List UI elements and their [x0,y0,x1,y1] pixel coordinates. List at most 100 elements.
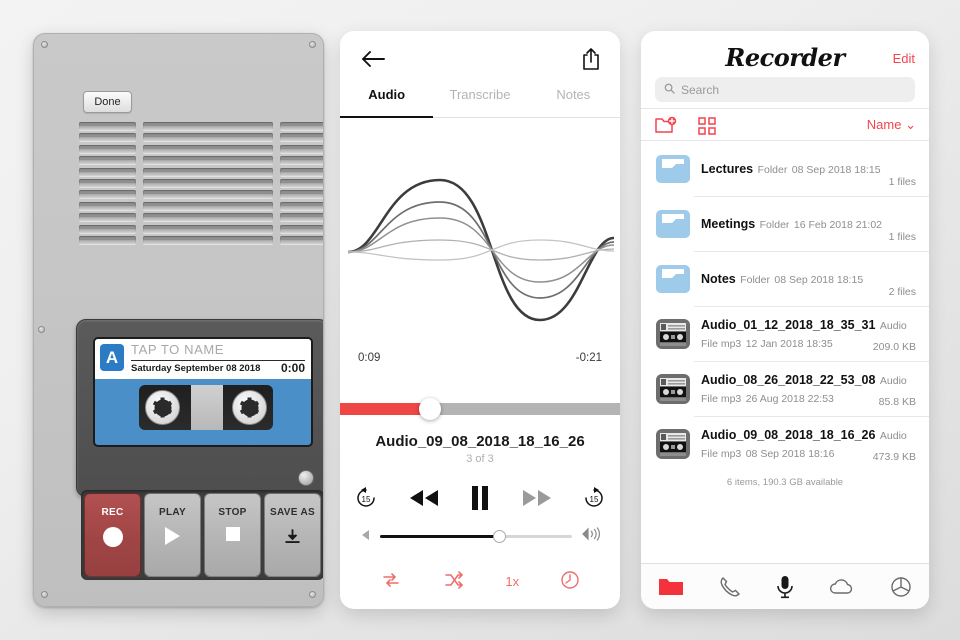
files-tab-icon[interactable] [658,576,684,598]
grille-row [79,133,323,142]
grille-slot [143,122,273,130]
search-placeholder: Search [681,82,720,97]
back-arrow-icon[interactable] [360,49,386,74]
tab-notes[interactable]: Notes [527,86,620,117]
list-item[interactable]: Lectures Folder 08 Sep 2018 18:15 1 file… [641,141,929,196]
grille-slot [280,235,323,244]
list-item-text: Lectures Folder 08 Sep 2018 18:15 [701,160,916,178]
folder-icon [654,150,692,188]
timer-icon[interactable] [560,570,580,593]
save-as-button-label: SAVE AS [270,507,315,518]
next-track-icon[interactable] [520,488,554,508]
grille-row [79,235,323,244]
file-name: Notes [701,271,736,286]
file-date: 26 Aug 2018 22:53 [745,392,834,405]
elapsed-time-label: 0:09 [358,352,381,364]
grille-slot [280,133,323,142]
stop-square-icon [225,527,240,541]
cloud-tab-icon[interactable] [829,578,855,596]
grille-slot [79,122,136,130]
cassette-date-label: Saturday September 08 2018 [131,363,261,374]
tape-window [139,385,273,430]
file-type: Folder [759,218,790,231]
sort-by-control[interactable]: Name ⌄ [867,117,916,133]
stop-button[interactable]: STOP [204,493,261,577]
speed-icon[interactable]: 1x [505,574,519,589]
file-type: Folder [740,273,770,286]
done-button[interactable]: Done [83,91,132,113]
repeat-icon[interactable] [380,571,402,592]
list-item[interactable]: Audio_08_26_2018_22_53_08 Audio File mp3… [641,361,929,416]
list-item[interactable]: Audio_09_08_2018_18_16_26 Audio File mp3… [641,416,929,471]
file-name: Audio_08_26_2018_22_53_08 [701,372,876,387]
player-topbar [340,31,620,86]
grille-row [79,224,323,233]
download-tray-icon [283,527,302,550]
cassette-recorder-panel: Done A TAP TO NAME Saturday September 08… [33,33,324,607]
previous-track-icon[interactable] [407,488,441,508]
waveform-graphic [347,178,615,322]
share-upload-icon[interactable] [581,47,601,76]
rewind-15-icon[interactable]: 15 [354,486,378,510]
grille-slot [280,122,323,130]
tape-reel-left [145,390,180,425]
tab-transcribe[interactable]: Transcribe [433,86,526,117]
screw-icon [41,591,48,598]
file-date: 08 Sep 2018 18:15 [774,273,864,286]
file-meta: 2 files [888,286,916,298]
grille-row [79,178,323,187]
page-title: Recorder [725,43,845,72]
remaining-time-label: -0:21 [575,352,602,364]
volume-slider[interactable] [380,530,572,543]
grille-slot [143,235,273,244]
list-item[interactable]: Audio_01_12_2018_18_35_31 Audio File mp3… [641,306,929,361]
speaker-grille [79,122,323,244]
play-button[interactable]: PLAY [144,493,201,577]
list-item[interactable]: Notes Folder 08 Sep 2018 18:15 2 files [641,251,929,306]
edit-button[interactable]: Edit [893,51,915,66]
grille-slot [79,190,136,199]
stop-button-label: STOP [218,507,247,518]
tape-bridge [191,385,223,430]
player-tabs: Audio Transcribe Notes [340,86,620,118]
progress-thumb[interactable] [418,398,441,420]
track-title: Audio_09_08_2018_18_16_26 [375,433,585,450]
label-divider [131,360,305,361]
forward-15-icon[interactable]: 15 [582,486,606,510]
svg-text:15: 15 [362,495,371,504]
tab-audio[interactable]: Audio [340,86,434,118]
file-name: Lectures [701,161,754,176]
grid-view-icon[interactable] [698,117,716,140]
shuffle-icon[interactable] [443,571,465,592]
file-name: Audio_09_08_2018_18_16_26 [701,427,876,442]
cassette-icon [654,315,692,353]
volume-fill [380,535,500,538]
phone-tab-icon[interactable] [719,576,741,598]
cassette-tape[interactable]: A TAP TO NAME Saturday September 08 2018… [93,337,313,447]
pause-icon[interactable] [469,485,491,511]
rec-button[interactable]: REC [84,493,141,577]
waveform-area[interactable]: 0:09 -0:21 [340,118,620,403]
save-as-button[interactable]: SAVE AS [264,493,321,577]
reel-hub-icon [154,397,171,418]
file-name: Meetings [701,216,756,231]
record-tab-icon[interactable] [775,575,795,599]
playback-progress-slider[interactable] [340,398,620,420]
deck-knob-icon[interactable] [298,470,314,486]
new-folder-icon[interactable] [655,116,677,140]
grille-row [79,213,323,222]
file-meta: 473.9 KB [872,451,916,463]
grille-slot [280,178,323,187]
volume-thumb[interactable] [493,530,507,543]
list-item[interactable]: Meetings Folder 16 Feb 2018 21:02 1 file… [641,196,929,251]
search-input[interactable]: Search [655,77,915,102]
grille-slot [280,144,323,153]
tap-to-name-field[interactable]: TAP TO NAME [131,342,224,357]
grille-slot [143,224,273,233]
screw-icon [41,41,48,48]
grille-row [79,201,323,210]
settings-tab-icon[interactable] [890,576,912,598]
grille-slot [280,201,323,210]
file-list: Lectures Folder 08 Sep 2018 18:15 1 file… [641,141,929,563]
browser-toolbar: Name ⌄ [641,108,929,141]
